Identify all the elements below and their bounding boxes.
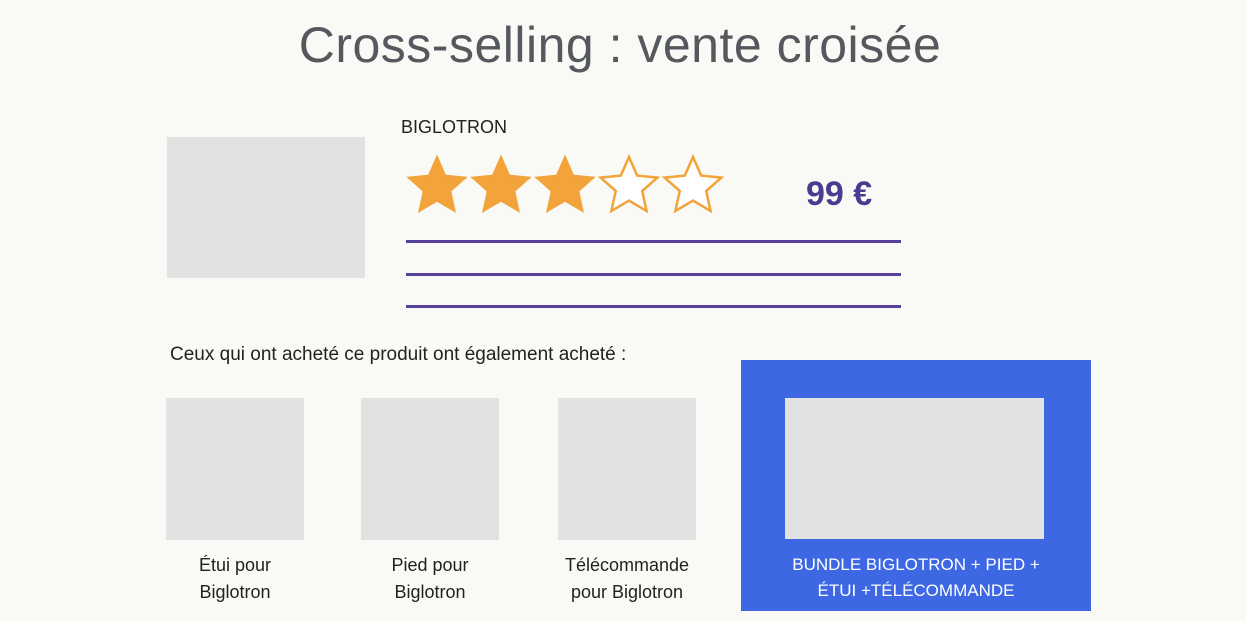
star-icon [469,153,533,217]
cross-sell-item-caption[interactable]: Pied pour Biglotron [330,552,530,606]
rating-stars [405,153,725,217]
cross-sell-item-image[interactable] [166,398,304,540]
star-icon [405,153,469,217]
star-outline-icon [661,153,725,217]
page: Cross-selling : vente croisée BIGLOTRON … [0,0,1246,621]
cross-sell-label: Ceux qui ont acheté ce produit ont égale… [170,344,627,365]
product-image[interactable] [167,137,365,278]
star-icon [533,153,597,217]
description-line [406,273,901,276]
product-name: BIGLOTRON [401,117,508,137]
cross-sell-item-caption[interactable]: Étui pour Biglotron [135,552,335,606]
page-title: Cross-selling : vente croisée [298,17,942,73]
description-line [406,240,901,243]
description-line [406,305,901,308]
bundle-caption[interactable]: BUNDLE BIGLOTRON + PIED + ÉTUI +TÉLÉCOMM… [741,552,1091,604]
bundle-card[interactable]: BUNDLE BIGLOTRON + PIED + ÉTUI +TÉLÉCOMM… [741,360,1091,611]
cross-sell-item-caption[interactable]: Télécommande pour Biglotron [527,552,727,606]
bundle-image[interactable] [785,398,1044,539]
product-price: 99 € [806,175,873,213]
star-outline-icon [597,153,661,217]
cross-sell-item-image[interactable] [361,398,499,540]
cross-sell-item-image[interactable] [558,398,696,540]
